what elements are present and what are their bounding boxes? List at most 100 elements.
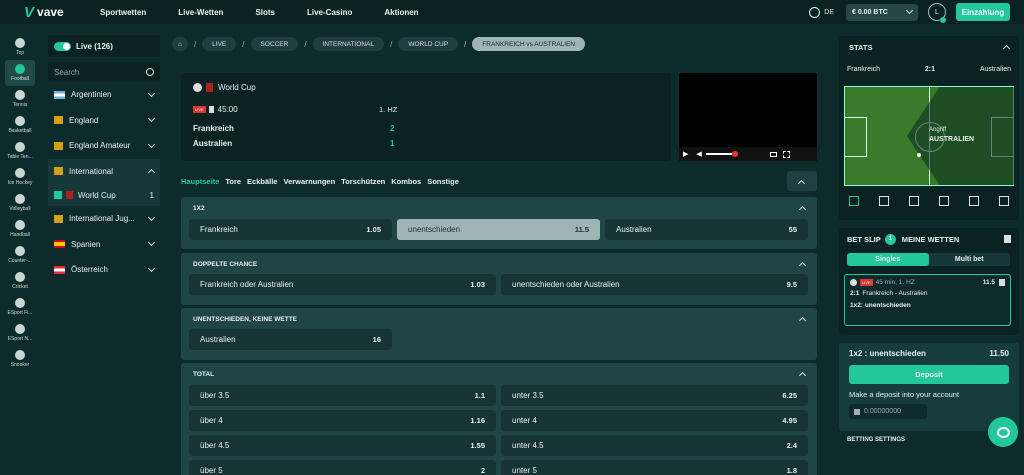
tab-eckbaelle[interactable]: Eckbälle: [247, 177, 277, 186]
sport-tennis[interactable]: Tennis: [0, 86, 40, 112]
sport-handball[interactable]: Handball: [0, 216, 40, 242]
nav-aktionen[interactable]: Aktionen: [384, 8, 418, 17]
sport-cricket[interactable]: Cricket: [0, 268, 40, 294]
odd-button[interactable]: Frankreich 1.05: [189, 219, 392, 240]
odd-button[interactable]: unter 4 4.95: [501, 410, 808, 431]
deposit-button[interactable]: Einzahlung: [956, 3, 1010, 21]
odd-button[interactable]: unter 3.5 6.25: [501, 385, 808, 406]
volume-icon[interactable]: ◀: [696, 150, 701, 158]
home-icon[interactable]: ⌂: [172, 37, 188, 51]
live-toggle[interactable]: Live (126): [48, 35, 160, 57]
nav-live-casino[interactable]: Live-Casino: [307, 8, 352, 17]
tab-verwarnungen[interactable]: Verwarnungen: [283, 177, 335, 186]
country-argentinien[interactable]: Argentinien: [48, 82, 160, 108]
country-spanien[interactable]: Spanien: [48, 232, 160, 258]
sport-volleyball[interactable]: Volleyball: [0, 190, 40, 216]
market-total: TOTAL über 3.5 1.1 unter 3.5 6.25 über 4 1.…: [181, 363, 817, 475]
multi-bet-button[interactable]: Multi bet: [929, 253, 1011, 266]
odd-button[interactable]: Australien 55: [605, 219, 808, 240]
breadcrumb-live[interactable]: LIVE: [202, 37, 237, 51]
nav-sportwetten[interactable]: Sportwetten: [100, 8, 146, 17]
chevron-up-icon[interactable]: [798, 261, 807, 270]
odd-button[interactable]: unter 5 1.8: [501, 460, 808, 475]
jersey-icon[interactable]: [999, 196, 1009, 206]
country-international-jugend[interactable]: International Jug...: [48, 206, 160, 232]
odd-button[interactable]: über 5 2: [189, 460, 496, 475]
tab-torschuetzen[interactable]: Torschützen: [341, 177, 385, 186]
video-player[interactable]: ▶ ◀: [679, 73, 817, 161]
handball-icon: [15, 220, 25, 230]
odd-button[interactable]: über 4.5 1.55: [189, 435, 496, 456]
chat-button[interactable]: [988, 417, 1018, 447]
odd-button[interactable]: unter 4.5 2.4: [501, 435, 808, 456]
chevron-up-icon[interactable]: [798, 205, 807, 214]
odd-button[interactable]: über 4 1.16: [189, 410, 496, 431]
language-select[interactable]: DE: [824, 9, 834, 16]
breadcrumb-match[interactable]: FRANKREICH vs AUSTRALIEN: [472, 37, 586, 51]
sport-table-tennis[interactable]: Table Ten...: [0, 138, 40, 164]
tab-my-bets[interactable]: MEINE WETTEN: [902, 235, 960, 244]
chevron-up-icon[interactable]: [798, 371, 807, 380]
odd-button[interactable]: Frankreich oder Australien 1.03: [189, 274, 496, 295]
market-doppelte-chance: DOPPELTE CHANCE Frankreich oder Australi…: [181, 253, 817, 305]
sport-top[interactable]: Top: [0, 34, 40, 60]
sport-snooker[interactable]: Snooker: [0, 346, 40, 372]
collapse-all-button[interactable]: [787, 171, 817, 191]
country-international[interactable]: International: [48, 159, 160, 185]
wallet-select[interactable]: € 0.00 BTC: [846, 3, 918, 21]
deposit-button[interactable]: Deposit: [849, 365, 1009, 384]
tab-hauptseite[interactable]: Hauptseite: [181, 177, 219, 186]
breadcrumb-international[interactable]: INTERNATIONAL: [312, 37, 385, 51]
trash-icon[interactable]: [1004, 235, 1011, 243]
sport-counter-strike[interactable]: Counter-...: [0, 242, 40, 268]
country-england[interactable]: England: [48, 108, 160, 134]
breadcrumb-soccer[interactable]: SOCCER: [250, 37, 299, 51]
stats-tabs: [839, 196, 1019, 206]
country-oesterreich[interactable]: Österreich: [48, 257, 160, 283]
main-nav: Sportwetten Live-Wetten Slots Live-Casin…: [84, 8, 451, 17]
microphone-icon[interactable]: [969, 196, 979, 206]
play-icon[interactable]: ▶: [683, 150, 688, 158]
volume-slider[interactable]: [705, 151, 738, 157]
pip-icon[interactable]: [769, 151, 777, 157]
singles-button[interactable]: Singles: [847, 253, 929, 266]
toggle-switch[interactable]: [54, 41, 71, 51]
checkbox-icon[interactable]: [54, 191, 62, 199]
bracket-icon[interactable]: [939, 196, 949, 206]
tab-kombos[interactable]: Kombos: [391, 177, 421, 186]
sport-basketball[interactable]: Basketball: [0, 112, 40, 138]
nav-slots[interactable]: Slots: [255, 8, 275, 17]
lineup-icon[interactable]: [909, 196, 919, 206]
market-unentschieden-keine-wette: UNENTSCHIEDEN, KEINE WETTE Australien 16: [181, 308, 817, 360]
sport-football[interactable]: Football: [5, 60, 35, 86]
country-label: Argentinien: [71, 90, 112, 100]
sport-ice-hockey[interactable]: Ice Hockey: [0, 164, 40, 190]
tab-bet-slip[interactable]: BET SLIP: [847, 235, 881, 244]
pitch-view-icon[interactable]: [849, 196, 859, 206]
tab-sonstige[interactable]: Sonstige: [427, 177, 459, 186]
search-icon[interactable]: [146, 68, 154, 76]
odd-button-selected[interactable]: unentschieden 11.5: [397, 219, 600, 240]
avatar[interactable]: L: [928, 3, 946, 23]
globe-icon[interactable]: [809, 6, 821, 18]
odd-button[interactable]: unentschieden oder Australien 9.5: [501, 274, 808, 295]
stake-input[interactable]: 0.00000000: [849, 404, 927, 419]
odd-button[interactable]: Australien 16: [189, 329, 392, 350]
sport-rail: Top Football Tennis Basketball Table Ten…: [0, 34, 40, 372]
tab-tore[interactable]: Tore: [225, 177, 241, 186]
country-england-amateur[interactable]: England Amateur: [48, 133, 160, 159]
odd-button[interactable]: über 3.5 1.1: [189, 385, 496, 406]
league-world-cup[interactable]: World Cup 1: [48, 184, 160, 206]
chevron-up-icon[interactable]: [798, 316, 807, 325]
search-input[interactable]: Search: [48, 62, 160, 82]
logo[interactable]: Vvave: [24, 4, 84, 21]
chevron-up-icon[interactable]: [1002, 44, 1011, 53]
sport-esport-nba[interactable]: ESport N...: [0, 320, 40, 346]
bar-chart-icon[interactable]: [879, 196, 889, 206]
nav-live-wetten[interactable]: Live-Wetten: [178, 8, 223, 17]
odd-value: 1.8: [786, 466, 797, 475]
trash-icon[interactable]: [999, 279, 1005, 286]
fullscreen-icon[interactable]: [782, 150, 790, 158]
sport-esport-fifa[interactable]: ESport Fi...: [0, 294, 40, 320]
breadcrumb-world-cup[interactable]: WORLD CUP: [398, 37, 459, 51]
